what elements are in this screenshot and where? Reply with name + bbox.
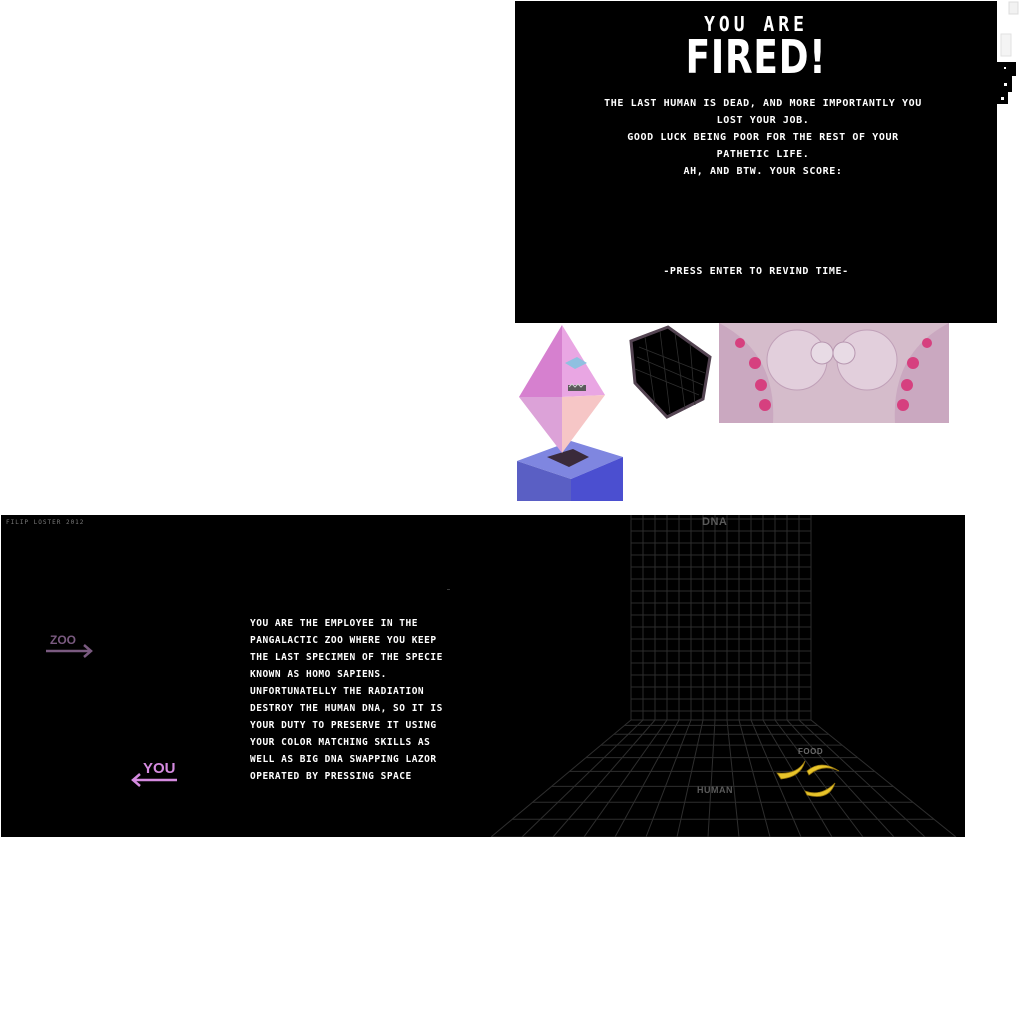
game-screen[interactable]: FILIP LOSTER 2012 DNA ZOO YOU HUMAN FOOD… — [1, 515, 965, 837]
story-line: THE LAST SPECIMEN OF THE SPECIE — [250, 652, 443, 663]
you-label: YOU — [143, 760, 176, 777]
edge-fragments — [997, 1, 1019, 104]
story-line: PANGALACTIC ZOO WHERE YOU KEEP — [250, 635, 437, 646]
story-line: UNFORTUNATELLY THE RADIATION — [250, 686, 425, 697]
game-over-message-line: GOOD LUCK BEING POOR FOR THE REST OF YOU… — [627, 132, 899, 160]
sprite-sheet — [517, 323, 949, 501]
story-line: YOU ARE THE EMPLOYEE IN THE — [250, 618, 418, 629]
pink-dna-pod-icon — [719, 323, 949, 423]
edge-fragment — [1004, 67, 1006, 69]
story-line: WELL AS BIG DNA SWAPPING LAZOR — [250, 754, 437, 765]
tiny-dot — [447, 589, 450, 590]
story-line: KNOWN AS HOMO SAPIENS. — [250, 669, 387, 680]
edge-fragment — [1004, 83, 1007, 86]
edge-fragment — [1000, 33, 1012, 57]
edge-fragment — [1008, 1, 1019, 15]
story-line: OPERATED BY PRESSING SPACE — [250, 771, 412, 782]
story-line: DESTROY THE HUMAN DNA, SO IT IS — [250, 703, 443, 714]
pink-diamond-alien-icon — [517, 325, 623, 501]
game-over-message-line: AH, AND BTW. YOUR SCORE: — [683, 166, 843, 177]
restart-prompt[interactable]: -PRESS ENTER TO REVIND TIME- — [515, 266, 997, 277]
story-line: YOUR DUTY TO PRESERVE IT USING — [250, 720, 437, 731]
food-label: FOOD — [798, 747, 824, 756]
edge-fragment — [1001, 97, 1004, 100]
game-over-panel: YOU ARE FIRED! THE LAST HUMAN IS DEAD, A… — [515, 1, 997, 323]
dna-label: DNA — [702, 516, 728, 528]
game-over-message: THE LAST HUMAN IS DEAD, AND MORE IMPORTA… — [600, 95, 926, 180]
dna-grid-room — [46, 515, 957, 837]
game-over-heading: FIRED! — [685, 30, 827, 84]
story-line: YOUR COLOR MATCHING SKILLS AS — [250, 737, 431, 748]
banana-food-icon[interactable] — [776, 760, 840, 797]
zoo-label[interactable]: ZOO — [50, 633, 76, 647]
human-label: HUMAN — [697, 785, 733, 795]
game-over-message-line: THE LAST HUMAN IS DEAD, AND MORE IMPORTA… — [604, 98, 922, 126]
story-text: YOU ARE THE EMPLOYEE IN THE PANGALACTIC … — [250, 615, 460, 785]
grid-back-wall — [630, 515, 812, 720]
edge-fragment — [997, 62, 1016, 76]
dark-wireframe-cube-icon — [629, 325, 712, 419]
grid-floor — [490, 719, 957, 837]
